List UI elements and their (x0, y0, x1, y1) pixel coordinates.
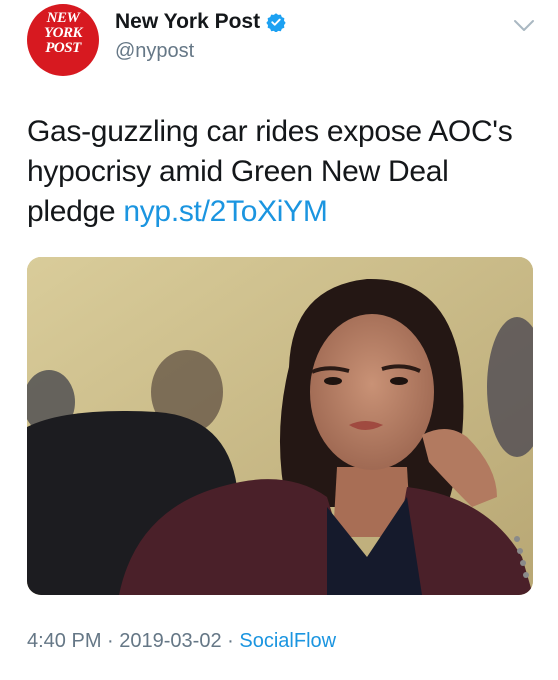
photo-image (27, 257, 533, 595)
display-name[interactable]: New York Post (115, 10, 260, 34)
avatar-logo: NEW YORK POST (43, 10, 83, 56)
chevron-down-icon[interactable] (512, 18, 536, 34)
tweet-photo[interactable] (27, 257, 533, 595)
tweet-source[interactable]: SocialFlow (239, 630, 336, 652)
tweet-meta: 4:40 PM · 2019-03-02 · SocialFlow (27, 630, 336, 653)
tweet-text: Gas-guzzling car rides expose AOC's hypo… (27, 112, 532, 232)
account-handle[interactable]: @nypost (115, 40, 194, 63)
account-name-row: New York Post (115, 10, 286, 34)
meta-separator: · (227, 630, 234, 652)
verified-badge-icon (266, 13, 286, 32)
tweet-date[interactable]: 2019-03-02 (119, 630, 221, 652)
avatar[interactable]: NEW YORK POST (27, 4, 99, 76)
meta-separator: · (107, 630, 114, 652)
tweet-link[interactable]: nyp.st/2ToXiYM (123, 195, 328, 228)
tweet-time[interactable]: 4:40 PM (27, 630, 101, 652)
